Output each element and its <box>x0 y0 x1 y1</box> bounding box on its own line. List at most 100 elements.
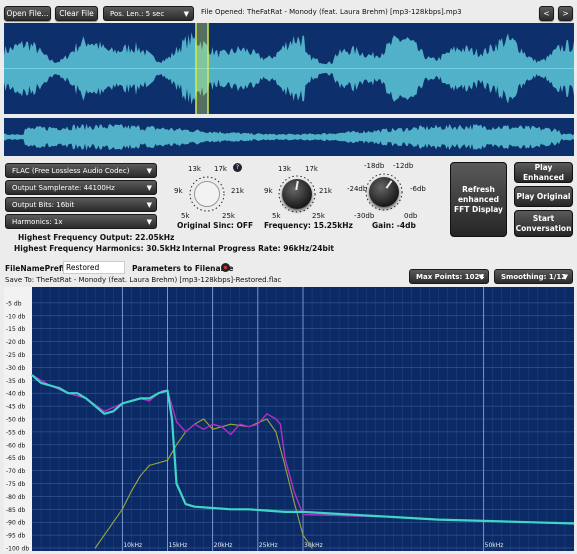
sinc-knob[interactable] <box>194 181 220 207</box>
max-points-dropdown[interactable]: Max Points: 1024 ▼ <box>409 269 489 284</box>
fft-point-original <box>284 511 286 513</box>
start-conversation-button[interactable]: Start Conversation <box>514 210 573 237</box>
highest-frequency-output: Highest Frequency Output: 22.05kHz <box>18 233 175 242</box>
parameters-to-filename-label: Parameters to Filename <box>132 264 234 273</box>
next-button[interactable]: > <box>558 6 573 21</box>
play-enhanced-button[interactable]: Play Enhanced <box>514 162 573 183</box>
chevron-down-icon: ▼ <box>146 201 152 209</box>
fft-point-original <box>248 508 250 510</box>
fft-point-original <box>112 410 114 412</box>
fft-point-harmonics <box>103 534 105 536</box>
fft-point-original <box>121 402 123 405</box>
parameters-toggle-icon[interactable] <box>221 263 230 272</box>
chevron-down-icon: ▼ <box>146 184 152 192</box>
previous-button[interactable]: < <box>539 6 554 21</box>
waveform-display[interactable] <box>4 23 574 114</box>
fft-point-original <box>230 508 232 510</box>
bits-dropdown[interactable]: Output Bits: 16bit ▼ <box>5 197 157 212</box>
fft-ytick-label: -90 db <box>6 520 26 527</box>
fft-point-enhanced <box>103 410 105 412</box>
fft-point-harmonics <box>293 501 295 503</box>
play-original-button[interactable]: Play Original <box>514 186 573 207</box>
codec-dropdown[interactable]: FLAC (Free Lossless Audio Codec) ▼ <box>5 163 157 178</box>
fft-point-original <box>85 397 87 399</box>
fft-point-harmonics <box>311 547 313 549</box>
smoothing-dropdown[interactable]: Smoothing: 1/12 ▼ <box>494 269 573 284</box>
fft-ytick-label: -30 db <box>6 365 26 372</box>
open-file-button[interactable]: Open File... <box>4 6 51 21</box>
fft-xtick-label: 20kHz <box>214 542 233 549</box>
file-opened-label: File Opened: TheFatRat - Monody (feat. L… <box>201 8 462 16</box>
fft-point-harmonics <box>212 428 214 430</box>
fft-point-enhanced <box>221 426 223 428</box>
fft-ytick-label: -85 db <box>6 507 26 514</box>
gain-caption: Gain: -4db <box>372 221 416 230</box>
fft-point-harmonics <box>266 418 268 420</box>
fft-ytick-label: -50 db <box>6 417 26 424</box>
fft-ytick-label: -60 db <box>6 442 26 449</box>
fft-point-original <box>130 400 132 402</box>
refresh-fft-button[interactable]: Refresh enhanced FFT Display <box>450 162 507 237</box>
fft-point-original <box>139 397 141 399</box>
clear-file-button[interactable]: Clear File <box>55 6 98 21</box>
fft-point-enhanced <box>212 423 214 425</box>
waveform-overview[interactable] <box>4 118 574 156</box>
start-conversation-label: Start Conversation <box>515 213 572 233</box>
fft-point-original <box>171 418 173 420</box>
fft-point-original <box>94 405 96 407</box>
fft-point-enhanced <box>293 490 295 492</box>
fft-point-original <box>49 384 51 387</box>
fft-ytick-label: -35 db <box>6 378 26 385</box>
chevron-down-icon: ▼ <box>183 10 189 18</box>
fft-point-original <box>166 390 169 392</box>
fft-xtick-label: 30kHz <box>304 542 323 549</box>
info-icon[interactable]: ? <box>233 163 242 172</box>
sinc-label-21k: 21k <box>231 187 244 195</box>
fft-xtick-label: 25kHz <box>259 542 278 549</box>
sinc-caption: Original Sinc: OFF <box>177 221 254 230</box>
harmonics-dropdown[interactable]: Harmonics: 1x ▼ <box>5 214 157 229</box>
fft-point-harmonics <box>148 464 150 466</box>
fft-chart: -5 db -10 db -15 db -20 db -25 db -30 db -35 d… <box>4 287 574 551</box>
fft-point-harmonics <box>157 462 160 464</box>
fft-point-enhanced <box>185 431 187 433</box>
fft-xtick-label: 50kHz <box>485 542 504 549</box>
fft-point-enhanced <box>275 418 277 420</box>
fft-point-original <box>40 382 42 384</box>
gain-label-12db: -12db <box>393 162 414 170</box>
samplerate-label: Output Samplerate: 44100Hz <box>12 184 115 192</box>
position-length-dropdown[interactable]: Pos. Len.: 5 sec ▼ <box>103 6 194 21</box>
selection-region[interactable] <box>196 23 208 114</box>
internal-progress-rate: Internal Progress Rate: 96kHz/24bit <box>182 244 335 253</box>
fft-point-original <box>148 397 150 399</box>
fft-point-original <box>437 519 440 521</box>
fft-point-original <box>194 506 196 508</box>
smoothing-label: Smoothing: 1/12 <box>501 273 567 281</box>
fft-point-harmonics <box>175 444 178 446</box>
fft-point-harmonics <box>130 490 132 492</box>
fft-point-enhanced <box>148 400 150 402</box>
codec-label: FLAC (Free Lossless Audio Codec) <box>12 167 130 175</box>
save-to-label: Save To: TheFatRat - Monody (feat. Laura… <box>5 276 282 284</box>
fft-point-harmonics <box>112 521 114 523</box>
fft-point-harmonics <box>139 475 141 477</box>
max-points-label: Max Points: 1024 <box>416 273 485 281</box>
chevron-down-icon: ▼ <box>478 273 484 281</box>
fft-point-harmonics <box>284 464 286 466</box>
fft-point-original <box>347 513 349 516</box>
fft-ytick-label: -10 db <box>6 313 26 320</box>
fft-point-enhanced <box>248 426 250 428</box>
play-original-label: Play Original <box>516 191 571 201</box>
fft-point-original <box>212 507 214 509</box>
filename-prefix-input[interactable] <box>63 261 125 274</box>
fft-point-original <box>58 387 60 389</box>
gain-knob[interactable] <box>369 177 399 207</box>
fft-point-harmonics <box>275 431 277 433</box>
fft-point-harmonics <box>166 459 169 461</box>
fft-point-original <box>103 413 105 415</box>
samplerate-dropdown[interactable]: Output Samplerate: 44100Hz ▼ <box>5 180 157 195</box>
fft-ytick-label: -25 db <box>6 352 26 359</box>
fft-ytick-label: -65 db <box>6 455 26 462</box>
fft-point-harmonics <box>302 534 304 536</box>
fft-point-enhanced <box>257 423 259 425</box>
